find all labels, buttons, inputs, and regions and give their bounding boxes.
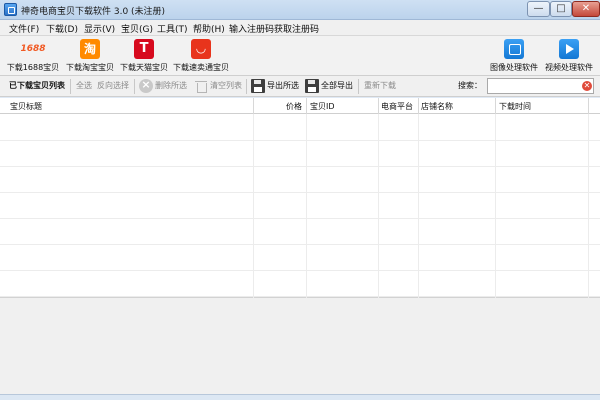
title-bar[interactable]: 神奇电商宝贝下载软件 3.0 (未注册) — □ ✕ xyxy=(0,0,600,20)
column-divider xyxy=(588,98,589,114)
close-button[interactable]: ✕ xyxy=(572,1,600,17)
column-divider xyxy=(378,98,379,114)
invert-select-button[interactable]: 反向选择 xyxy=(97,80,129,91)
column-header-shop[interactable]: 店铺名称 xyxy=(421,101,453,112)
menu-get-regcode[interactable]: 获取注册码 xyxy=(274,22,319,35)
menu-item-goods[interactable]: 宝贝(G) xyxy=(121,22,153,35)
image-tool-icon xyxy=(504,39,524,59)
clear-list-button[interactable]: 清空列表 xyxy=(210,80,242,91)
select-all-button[interactable]: 全选 xyxy=(76,80,92,91)
1688-icon: 1688 xyxy=(20,44,46,54)
download-1688-label: 下载1688宝贝 xyxy=(6,63,60,72)
window-title: 神奇电商宝贝下载软件 3.0 (未注册) xyxy=(21,7,166,17)
image-tool-button[interactable]: 图像处理软件 xyxy=(488,38,540,74)
download-taobao-label: 下载淘宝宝贝 xyxy=(66,63,114,72)
taobao-icon: 淘 xyxy=(80,39,100,59)
download-aliexpress-button[interactable]: ◡ 下载速卖通宝贝 xyxy=(172,38,230,74)
menu-help[interactable]: 帮助(H) xyxy=(193,22,225,35)
action-bar: 已下载宝贝列表 全选 反向选择 删除所选 清空列表 导出所选 全部导出 重新下载… xyxy=(0,76,600,97)
video-tool-button[interactable]: 视频处理软件 xyxy=(542,38,596,74)
download-1688-button[interactable]: 1688 下载1688宝贝 xyxy=(6,38,60,74)
column-header-title[interactable]: 宝贝标题 xyxy=(10,101,42,112)
export-selected-button[interactable]: 导出所选 xyxy=(267,80,299,91)
separator xyxy=(70,79,71,94)
delete-selected-button[interactable]: 删除所选 xyxy=(155,80,187,91)
column-header-id[interactable]: 宝贝ID xyxy=(310,101,335,112)
table-row xyxy=(0,270,600,271)
window-frame-bottom xyxy=(0,394,600,400)
menu-bar: 文件(F) 下载(D) 显示(V) 宝贝(G) 工具(T) 帮助(H) 输入注册… xyxy=(0,20,600,36)
search-input[interactable] xyxy=(487,78,594,94)
redownload-button[interactable]: 重新下载 xyxy=(364,80,396,91)
trash-icon xyxy=(194,79,208,93)
menu-tools[interactable]: 工具(T) xyxy=(157,22,188,35)
menu-view[interactable]: 显示(V) xyxy=(84,22,115,35)
tmall-icon: T xyxy=(134,39,154,59)
downloaded-list-label: 已下载宝贝列表 xyxy=(9,81,65,90)
column-header-price[interactable]: 价格 xyxy=(286,101,302,112)
maximize-button[interactable]: □ xyxy=(550,1,572,17)
menu-file[interactable]: 文件(F) xyxy=(9,22,39,35)
save-disk-icon xyxy=(251,79,265,93)
search-label: 搜索： xyxy=(458,81,482,90)
clear-search-icon[interactable]: ✕ xyxy=(582,81,592,91)
save-disk-icon xyxy=(305,79,319,93)
table-row xyxy=(0,166,600,167)
table-row xyxy=(0,192,600,193)
export-all-button[interactable]: 全部导出 xyxy=(321,80,353,91)
delete-icon xyxy=(139,78,153,93)
video-tool-label: 视频处理软件 xyxy=(545,63,593,72)
column-divider xyxy=(253,98,254,114)
app-icon xyxy=(4,3,17,16)
separator xyxy=(134,79,135,94)
aliexpress-icon: ◡ xyxy=(191,39,211,59)
download-taobao-button[interactable]: 淘 下载淘宝宝贝 xyxy=(64,38,116,74)
column-divider xyxy=(495,98,496,114)
download-aliexpress-label: 下载速卖通宝贝 xyxy=(173,63,229,72)
table-row xyxy=(0,218,600,219)
goods-table[interactable]: 宝贝标题 价格 宝贝ID 电商平台 店铺名称 下载时间 xyxy=(0,98,600,298)
video-tool-icon xyxy=(559,39,579,59)
image-tool-label: 图像处理软件 xyxy=(490,63,538,72)
separator xyxy=(246,79,247,94)
download-tmall-button[interactable]: T 下载天猫宝贝 xyxy=(118,38,170,74)
table-header: 宝贝标题 价格 宝贝ID 电商平台 店铺名称 下载时间 xyxy=(0,98,600,114)
table-row xyxy=(0,140,600,141)
separator xyxy=(358,79,359,94)
menu-enter-regcode[interactable]: 输入注册码 xyxy=(229,22,274,35)
empty-area xyxy=(0,298,600,394)
column-header-time[interactable]: 下载时间 xyxy=(499,101,531,112)
toolbar: 1688 下载1688宝贝 淘 下载淘宝宝贝 T 下载天猫宝贝 ◡ 下载速卖通宝… xyxy=(0,36,600,76)
column-divider xyxy=(418,98,419,114)
column-divider xyxy=(306,98,307,114)
minimize-button[interactable]: — xyxy=(527,1,550,17)
column-header-platform[interactable]: 电商平台 xyxy=(381,101,413,112)
menu-download[interactable]: 下载(D) xyxy=(46,22,78,35)
table-row xyxy=(0,296,600,297)
table-row xyxy=(0,244,600,245)
download-tmall-label: 下载天猫宝贝 xyxy=(120,63,168,72)
